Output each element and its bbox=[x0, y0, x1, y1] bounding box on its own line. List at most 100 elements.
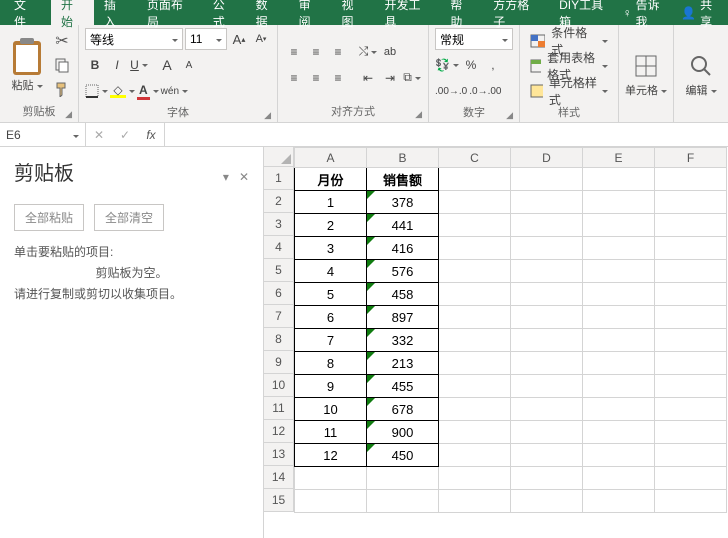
cell[interactable] bbox=[583, 490, 655, 513]
cell[interactable] bbox=[583, 214, 655, 237]
cell[interactable]: 4 bbox=[295, 260, 367, 283]
cell[interactable] bbox=[583, 237, 655, 260]
decrease-font-button[interactable]: A▾ bbox=[251, 28, 271, 50]
select-all-corner[interactable] bbox=[264, 147, 294, 167]
align-left-button[interactable]: ≡ bbox=[284, 67, 304, 89]
cell[interactable] bbox=[439, 444, 511, 467]
cell[interactable]: 5 bbox=[295, 283, 367, 306]
cell[interactable] bbox=[655, 490, 727, 513]
tab-page-layout[interactable]: 页面布局 bbox=[137, 0, 203, 25]
number-format-combo[interactable]: 常规 bbox=[435, 28, 513, 50]
cell[interactable] bbox=[655, 191, 727, 214]
row-header[interactable]: 11 bbox=[264, 397, 294, 420]
font-family-combo[interactable]: 等线 bbox=[85, 28, 183, 50]
cell[interactable]: 897 bbox=[367, 306, 439, 329]
cell[interactable] bbox=[583, 283, 655, 306]
percent-button[interactable]: % bbox=[461, 54, 481, 76]
tab-fangfang[interactable]: 方方格子 bbox=[483, 0, 549, 25]
cell[interactable] bbox=[583, 352, 655, 375]
cell[interactable]: 12 bbox=[295, 444, 367, 467]
cell[interactable] bbox=[439, 490, 511, 513]
formula-input[interactable] bbox=[165, 123, 728, 146]
cell[interactable]: 10 bbox=[295, 398, 367, 421]
cell[interactable]: 3 bbox=[295, 237, 367, 260]
cell[interactable] bbox=[583, 191, 655, 214]
cell[interactable] bbox=[439, 329, 511, 352]
merge-button[interactable]: ⧉ bbox=[402, 67, 422, 89]
cell[interactable] bbox=[511, 260, 583, 283]
align-bottom-button[interactable]: ≡ bbox=[328, 41, 348, 63]
cell[interactable]: 455 bbox=[367, 375, 439, 398]
cell[interactable] bbox=[655, 214, 727, 237]
tab-help[interactable]: 帮助 bbox=[440, 0, 483, 25]
cell[interactable] bbox=[511, 490, 583, 513]
underline-button[interactable]: U bbox=[129, 54, 149, 76]
cell[interactable] bbox=[583, 398, 655, 421]
tab-diy[interactable]: DIY工具箱 bbox=[549, 0, 623, 25]
number-launcher[interactable]: ◢ bbox=[506, 110, 513, 121]
cell[interactable] bbox=[439, 191, 511, 214]
cell[interactable] bbox=[511, 237, 583, 260]
cell[interactable]: 8 bbox=[295, 352, 367, 375]
cell[interactable]: 6 bbox=[295, 306, 367, 329]
cell[interactable]: 11 bbox=[295, 421, 367, 444]
pane-close-button[interactable]: ✕ bbox=[239, 170, 249, 184]
cell[interactable] bbox=[583, 306, 655, 329]
cell[interactable] bbox=[439, 283, 511, 306]
align-launcher[interactable]: ◢ bbox=[415, 109, 422, 120]
cell[interactable] bbox=[655, 283, 727, 306]
cell[interactable] bbox=[439, 398, 511, 421]
border-button[interactable] bbox=[85, 80, 108, 102]
increase-decimal-button[interactable]: .00→.0 bbox=[435, 80, 467, 102]
tab-file[interactable]: 文件 bbox=[0, 0, 51, 25]
accounting-format-button[interactable]: 💱 bbox=[435, 54, 459, 76]
italic-button[interactable]: I bbox=[107, 54, 127, 76]
row-header[interactable]: 4 bbox=[264, 236, 294, 259]
clear-all-button[interactable]: 全部清空 bbox=[94, 204, 164, 231]
increase-indent-button[interactable]: ⇥ bbox=[380, 67, 400, 89]
fx-button[interactable]: fx bbox=[138, 128, 164, 142]
cell[interactable]: 378 bbox=[367, 191, 439, 214]
align-right-button[interactable]: ≡ bbox=[328, 67, 348, 89]
font-color-button[interactable]: A bbox=[137, 80, 159, 102]
cell[interactable] bbox=[439, 352, 511, 375]
cell[interactable]: 416 bbox=[367, 237, 439, 260]
tab-developer[interactable]: 开发工具 bbox=[374, 0, 440, 25]
font-size-combo[interactable]: 11 bbox=[185, 28, 227, 50]
orientation-button[interactable]: ⤭ bbox=[358, 41, 378, 63]
wrap-text-button[interactable]: ab bbox=[380, 41, 400, 63]
decrease-indent-button[interactable]: ⇤ bbox=[358, 67, 378, 89]
cell[interactable]: 450 bbox=[367, 444, 439, 467]
align-top-button[interactable]: ≡ bbox=[284, 41, 304, 63]
cell[interactable] bbox=[583, 444, 655, 467]
cell[interactable]: 213 bbox=[367, 352, 439, 375]
row-header[interactable]: 13 bbox=[264, 443, 294, 466]
cell[interactable] bbox=[439, 375, 511, 398]
name-box[interactable]: E6 bbox=[0, 123, 86, 146]
cell-styles-button[interactable]: 单元格样式 bbox=[526, 80, 612, 102]
phonetic-button[interactable]: wén bbox=[161, 80, 188, 102]
tab-review[interactable]: 审阅 bbox=[289, 0, 332, 25]
row-header[interactable]: 1 bbox=[264, 167, 294, 190]
fill-color-button[interactable]: ◇ bbox=[110, 80, 135, 102]
cell[interactable] bbox=[295, 467, 367, 490]
decrease-decimal-button[interactable]: .0→.00 bbox=[469, 80, 501, 102]
enter-formula-button[interactable]: ✓ bbox=[112, 128, 138, 142]
font-launcher[interactable]: ◢ bbox=[264, 110, 271, 121]
cell[interactable]: 678 bbox=[367, 398, 439, 421]
format-painter-button[interactable] bbox=[52, 78, 72, 100]
cell[interactable] bbox=[583, 329, 655, 352]
cell[interactable] bbox=[439, 421, 511, 444]
tab-view[interactable]: 视图 bbox=[332, 0, 375, 25]
paste-all-button[interactable]: 全部粘贴 bbox=[14, 204, 84, 231]
cell[interactable] bbox=[511, 375, 583, 398]
cell[interactable] bbox=[511, 329, 583, 352]
cell[interactable] bbox=[511, 214, 583, 237]
cell[interactable] bbox=[655, 352, 727, 375]
cell[interactable]: 销售额 bbox=[367, 168, 439, 191]
cell[interactable]: 2 bbox=[295, 214, 367, 237]
cell[interactable] bbox=[511, 352, 583, 375]
row-header[interactable]: 9 bbox=[264, 351, 294, 374]
cell[interactable] bbox=[511, 191, 583, 214]
row-header[interactable]: 3 bbox=[264, 213, 294, 236]
